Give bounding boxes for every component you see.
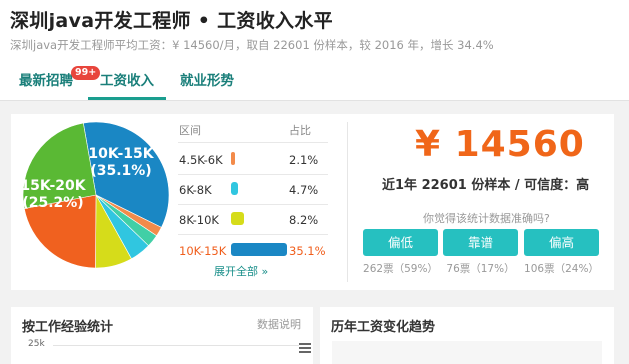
legend-range: 8K-10K: [179, 213, 219, 227]
salary-pie-chart: 10K-15K (35.1%) 15K-20K (25.2%): [21, 121, 170, 269]
legend-bar: [231, 182, 238, 195]
legend-header-pct: 占比: [289, 124, 311, 137]
legend-divider: [178, 142, 328, 143]
vote-low-button[interactable]: 偏低: [363, 229, 438, 256]
page-header: 深圳java开发工程师 • 工资收入水平 深圳java开发工程师平均工资：¥ 1…: [0, 0, 629, 101]
accuracy-question: 你觉得该统计数据准确吗?: [423, 212, 550, 225]
page-title: 深圳java开发工程师 • 工资收入水平: [10, 10, 333, 32]
experience-stats-card: 按工作经验统计 数据说明 25k: [11, 307, 313, 364]
legend-row: 8K-10K 8.2%: [178, 208, 328, 234]
legend-divider: [178, 204, 328, 205]
legend-range: 4.5K-6K: [179, 153, 223, 167]
vote-accurate-count: 76票（17%）: [446, 263, 515, 275]
legend-pct: 4.7%: [289, 183, 319, 197]
legend-pct: 2.1%: [289, 153, 319, 167]
legend-bar: [231, 243, 287, 256]
legend-range: 6K-8K: [179, 183, 212, 197]
legend-row: 4.5K-6K 2.1%: [178, 148, 328, 174]
legend-header-range: 区间: [179, 124, 201, 137]
vote-low-count: 262票（59%）: [363, 263, 438, 275]
legend-divider: [178, 174, 328, 175]
vote-accurate-button[interactable]: 靠谱: [443, 229, 518, 256]
grid-line: [53, 345, 299, 346]
legend-bar: [231, 152, 235, 165]
vote-high-count: 106票（24%）: [524, 263, 599, 275]
pie-label-10k-15k-range: 10K-15K: [88, 146, 154, 162]
tab-latest-jobs[interactable]: 最新招聘: [10, 62, 82, 100]
pie-label-15k-20k-range: 15K-20K: [21, 178, 87, 194]
tab-employment[interactable]: 就业形势: [170, 62, 244, 100]
trend-chart-area: [332, 341, 602, 364]
expand-all-link[interactable]: 展开全部 »: [214, 263, 268, 279]
data-note-link[interactable]: 数据说明: [257, 316, 301, 332]
pie-label-10k-15k-pct: (35.1%): [90, 163, 151, 179]
legend-divider: [178, 234, 328, 235]
legend-row: 6K-8K 4.7%: [178, 178, 328, 204]
card-divider: [347, 122, 348, 282]
pie-label-15k-20k-pct: (25.2%): [22, 195, 83, 211]
sample-info: 近1年 22601 份样本 / 可信度：高: [382, 178, 590, 193]
tab-bar: 最新招聘 99+ 工资收入 就业形势: [0, 62, 629, 101]
trend-title: 历年工资变化趋势: [331, 320, 436, 335]
experience-title: 按工作经验统计: [22, 320, 114, 335]
legend-row-highlighted: 10K-15K 35.1%: [178, 239, 328, 265]
salary-trend-card: 历年工资变化趋势: [320, 307, 614, 364]
legend-pct: 8.2%: [289, 213, 319, 227]
chart-menu-icon[interactable]: [299, 343, 311, 355]
legend-pct: 35.1%: [289, 244, 326, 258]
tab-divider: [0, 100, 629, 101]
page-subtitle: 深圳java开发工程师平均工资：¥ 14560/月，取自 22601 份样本，较…: [10, 38, 494, 52]
y-axis-tick: 25k: [28, 339, 45, 349]
salary-distribution-card: 10K-15K (35.1%) 15K-20K (25.2%) 区间 占比 4.…: [11, 114, 614, 290]
legend-bar: [231, 212, 244, 225]
tab-salary[interactable]: 工资收入: [88, 62, 166, 100]
legend-range: 10K-15K: [179, 244, 227, 258]
vote-high-button[interactable]: 偏高: [524, 229, 599, 256]
average-salary: ¥ 14560: [415, 124, 585, 165]
